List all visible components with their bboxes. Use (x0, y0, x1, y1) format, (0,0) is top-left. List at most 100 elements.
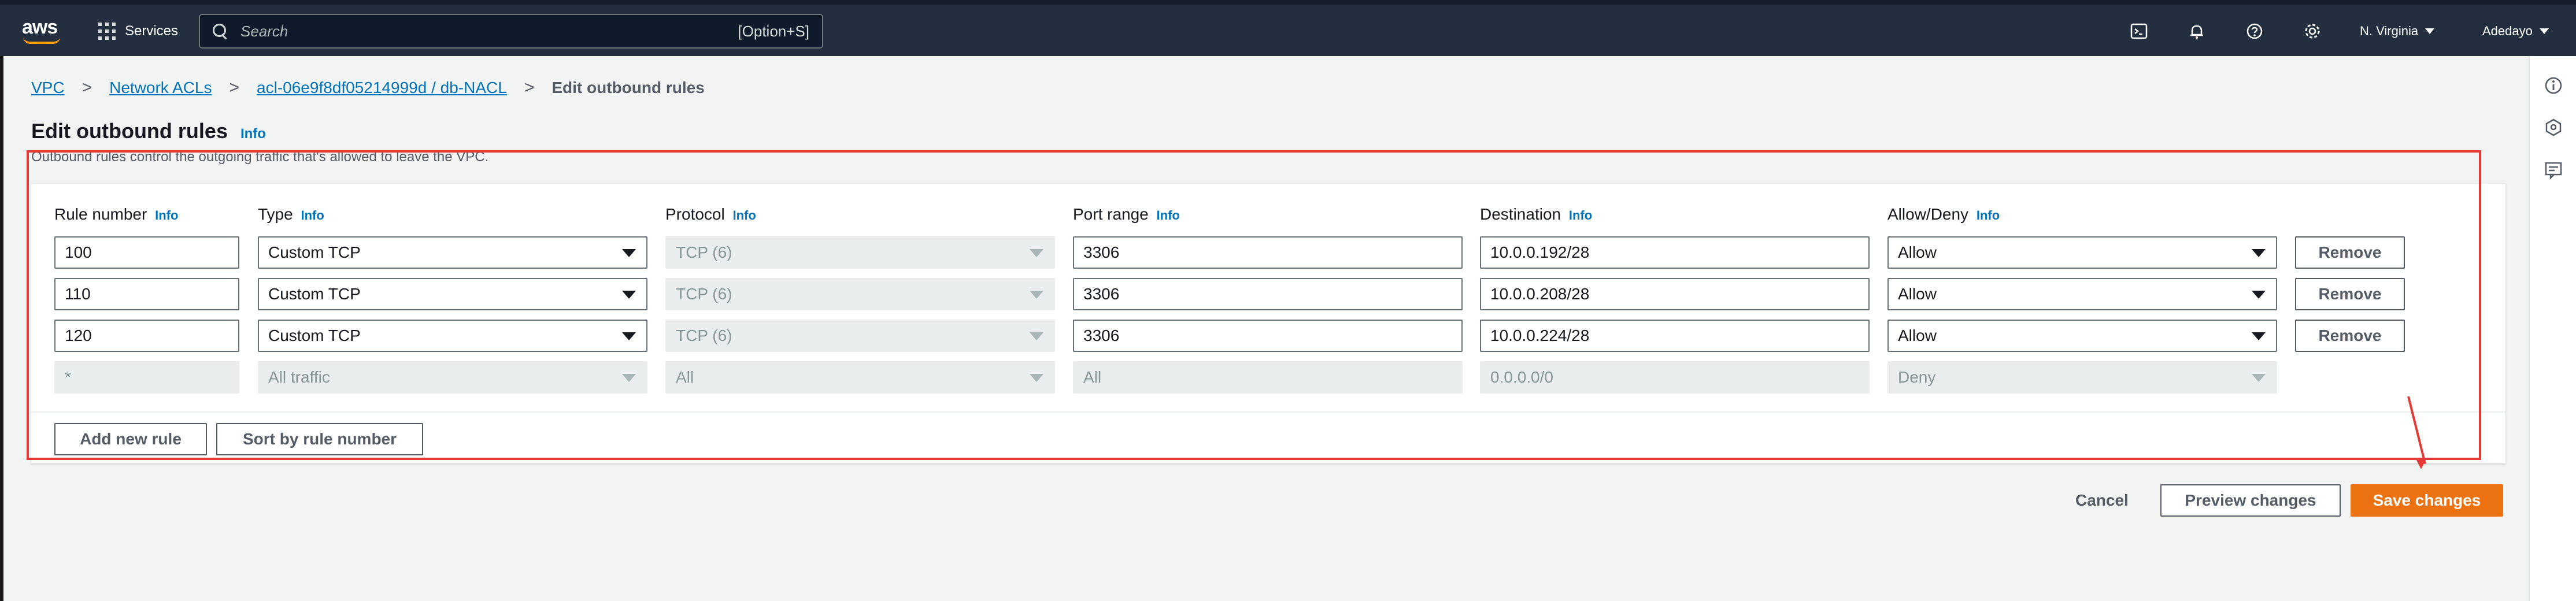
chevron-down-icon (2539, 28, 2549, 34)
grid-icon (98, 23, 116, 40)
type-select[interactable]: Custom TCP (258, 320, 647, 352)
search-icon (212, 23, 229, 40)
sort-by-rule-number-button[interactable]: Sort by rule number (216, 423, 423, 455)
caret-down-icon (1030, 291, 1043, 299)
destination-input[interactable]: 10.0.0.224/28 (1480, 320, 1870, 352)
rule-number-input[interactable]: 110 (54, 278, 239, 310)
caret-down-icon (622, 332, 636, 340)
type-value: All traffic (268, 368, 330, 386)
port-range-input[interactable]: 3306 (1073, 320, 1463, 352)
caret-down-icon (622, 249, 636, 257)
page-title: Edit outbound rules Info (31, 119, 266, 143)
caret-down-icon (622, 291, 636, 299)
settings-icon[interactable] (2301, 20, 2324, 43)
region-label: N. Virginia (2360, 24, 2419, 38)
cloudshell-icon[interactable] (2127, 20, 2151, 43)
save-changes-button[interactable]: Save changes (2351, 484, 2503, 517)
allow-deny-value: Allow (1898, 243, 1937, 261)
notifications-icon[interactable] (2185, 20, 2208, 43)
breadcrumb-network-acls[interactable]: Network ACLs (109, 79, 212, 97)
aws-logo[interactable]: aws (22, 17, 62, 44)
arrow-head-icon (2416, 460, 2426, 469)
info-link[interactable]: Info (1569, 208, 1592, 222)
info-link[interactable]: Info (155, 208, 178, 222)
caret-down-icon (1030, 249, 1043, 257)
destination-input[interactable]: 10.0.0.192/28 (1480, 236, 1870, 269)
page-title-text: Edit outbound rules (31, 119, 228, 143)
add-new-rule-button[interactable]: Add new rule (54, 423, 207, 455)
protocol-select: TCP (6) (665, 320, 1055, 352)
default-allow-deny-select: Deny (1887, 361, 2277, 394)
type-select[interactable]: Custom TCP (258, 236, 647, 269)
type-select[interactable]: Custom TCP (258, 278, 647, 310)
port-range-input[interactable]: 3306 (1073, 278, 1463, 310)
allow-deny-select[interactable]: Allow (1887, 320, 2277, 352)
column-header-type: Type Info (258, 205, 324, 224)
search-input[interactable]: Search [Option+S] (199, 14, 823, 49)
account-menu[interactable]: Adedayo (2482, 21, 2549, 42)
nav-accent-bar (0, 0, 2576, 5)
user-label: Adedayo (2482, 24, 2533, 38)
column-header-port-range: Port range Info (1073, 205, 1180, 224)
column-label: Port range (1073, 205, 1149, 223)
remove-rule-button[interactable]: Remove (2295, 320, 2405, 352)
allow-deny-select[interactable]: Allow (1887, 278, 2277, 310)
rule-number-input[interactable]: 100 (54, 236, 239, 269)
chevron-right-icon: > (524, 78, 535, 97)
default-rule-number: * (54, 361, 239, 394)
aws-smile-icon (23, 37, 60, 44)
info-panel-icon[interactable] (2544, 76, 2563, 95)
breadcrumb-vpc[interactable]: VPC (31, 79, 65, 97)
aws-logo-text: aws (22, 16, 58, 38)
page-description: Outbound rules control the outgoing traf… (31, 149, 489, 165)
protocol-value: All (676, 368, 694, 386)
chevron-right-icon: > (229, 78, 240, 97)
protocol-select: TCP (6) (665, 236, 1055, 269)
remove-rule-button[interactable]: Remove (2295, 236, 2405, 269)
column-header-protocol: Protocol Info (665, 205, 756, 224)
right-tools-rail (2529, 56, 2576, 601)
breadcrumb-acl[interactable]: acl-06e9f8df05214999d / db-NACL (257, 79, 507, 97)
remove-rule-button[interactable]: Remove (2295, 278, 2405, 310)
destination-input[interactable]: 10.0.0.208/28 (1480, 278, 1870, 310)
column-label: Rule number (54, 205, 147, 223)
info-link[interactable]: Info (1157, 208, 1180, 222)
services-label: Services (125, 23, 179, 39)
column-header-rule-number: Rule number Info (54, 205, 178, 224)
column-label: Protocol (665, 205, 725, 223)
caret-down-icon (2252, 332, 2266, 340)
caret-down-icon (1030, 374, 1043, 382)
services-menu[interactable]: Services (98, 21, 178, 42)
rule-number-input[interactable]: 120 (54, 320, 239, 352)
default-type-select: All traffic (258, 361, 647, 394)
port-range-input[interactable]: 3306 (1073, 236, 1463, 269)
column-header-destination: Destination Info (1480, 205, 1592, 224)
allow-deny-select[interactable]: Allow (1887, 236, 2277, 269)
feedback-icon[interactable] (2544, 160, 2563, 180)
info-link[interactable]: Info (301, 208, 324, 222)
cancel-button[interactable]: Cancel (2075, 484, 2129, 517)
resources-icon[interactable] (2544, 117, 2563, 137)
breadcrumb-current: Edit outbound rules (552, 79, 705, 97)
type-value: Custom TCP (268, 285, 361, 303)
panel-divider (31, 411, 2505, 413)
chevron-down-icon (2425, 28, 2435, 34)
protocol-value: TCP (6) (676, 285, 732, 303)
breadcrumb: VPC > Network ACLs > acl-06e9f8df0521499… (31, 76, 705, 99)
allow-deny-value: Allow (1898, 327, 1937, 344)
region-selector[interactable]: N. Virginia (2360, 21, 2435, 42)
type-value: Custom TCP (268, 327, 361, 344)
column-header-allow-deny: Allow/Deny Info (1887, 205, 2000, 224)
info-link[interactable]: Info (733, 208, 756, 222)
help-icon[interactable] (2243, 20, 2266, 43)
caret-down-icon (2252, 249, 2266, 257)
left-edge (0, 56, 3, 601)
allow-deny-value: Allow (1898, 285, 1937, 303)
info-link[interactable]: Info (1977, 208, 2000, 222)
default-destination: 0.0.0.0/0 (1480, 361, 1870, 394)
search-shortcut: [Option+S] (738, 22, 809, 40)
protocol-select: TCP (6) (665, 278, 1055, 310)
protocol-value: TCP (6) (676, 243, 732, 261)
title-info-link[interactable]: Info (240, 126, 266, 142)
preview-changes-button[interactable]: Preview changes (2160, 484, 2341, 517)
